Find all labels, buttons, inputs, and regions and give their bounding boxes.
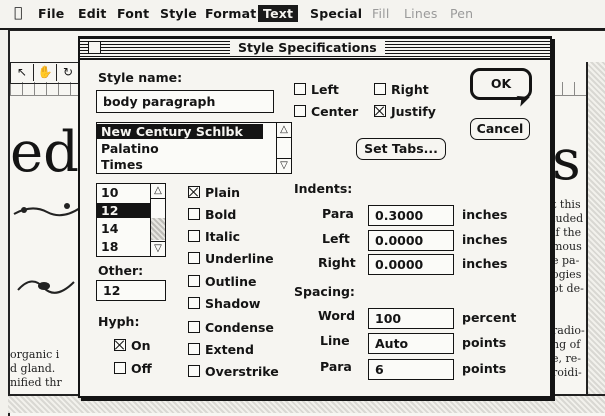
spacing-line-label: Line	[320, 333, 350, 348]
size-option[interactable]: 12	[97, 203, 153, 218]
scroll-up-arrow-icon[interactable]: △	[151, 184, 165, 199]
spacing-line-input[interactable]: Auto	[368, 333, 454, 354]
align-right-checkbox[interactable]: Right	[374, 82, 429, 97]
indent-right-unit: inches	[462, 256, 508, 271]
menu-format[interactable]: Format	[205, 6, 256, 21]
indent-right-input[interactable]: 0.0000	[368, 254, 454, 275]
align-justify-checkbox[interactable]: Justify	[374, 104, 436, 119]
dialog-title: Style Specifications	[230, 40, 385, 55]
style-bold-checkbox[interactable]: Bold	[188, 207, 236, 222]
decorative-leaf-icon	[17, 280, 75, 294]
style-overstrike-checkbox[interactable]: Overstrike	[188, 364, 279, 379]
cancel-button[interactable]: Cancel	[470, 118, 530, 140]
menu-bar:  File Edit Font Style Format Text Speci…	[0, 0, 605, 30]
menu-style[interactable]: Style	[160, 6, 197, 21]
radio-unchecked-icon	[114, 362, 126, 374]
menu-file[interactable]: File	[38, 6, 64, 21]
style-name-label: Style name:	[98, 70, 183, 85]
align-center-checkbox[interactable]: Center	[294, 104, 358, 119]
menu-special[interactable]: Special	[310, 6, 362, 21]
size-list[interactable]: 10 12 14 18 △ ▽	[96, 183, 166, 257]
style-underline-checkbox[interactable]: Underline	[188, 251, 274, 266]
spacing-word-unit: percent	[462, 310, 517, 325]
indent-right-label: Right	[318, 255, 356, 270]
spacing-label: Spacing:	[294, 284, 355, 299]
radio-checked-icon	[114, 339, 126, 351]
other-label: Other:	[98, 263, 144, 278]
font-option[interactable]: New Century Schlbk	[97, 124, 263, 139]
style-plain-checkbox[interactable]: Plain	[188, 185, 240, 200]
size-option[interactable]: 10	[97, 185, 153, 200]
apple-menu-icon[interactable]: 	[14, 5, 22, 21]
menu-pen[interactable]: Pen	[450, 6, 473, 21]
tool-icon[interactable]: ↻	[57, 64, 80, 81]
arrow-tool-icon[interactable]: ↖	[11, 64, 34, 81]
tool-palette: ↖ ✋ ↻	[10, 62, 87, 84]
indent-left-unit: inches	[462, 232, 508, 247]
spacing-para-unit: points	[462, 361, 507, 376]
scroll-thumb[interactable]	[151, 218, 165, 240]
font-option[interactable]: Palatino	[97, 141, 263, 156]
style-extend-checkbox[interactable]: Extend	[188, 342, 254, 357]
spacing-para-input[interactable]: 6	[368, 359, 454, 380]
close-box-icon[interactable]	[88, 41, 101, 54]
indent-left-input[interactable]: 0.0000	[368, 230, 454, 251]
size-option[interactable]: 18	[97, 239, 153, 254]
scroll-down-arrow-icon[interactable]: ▽	[277, 158, 291, 173]
indent-para-label: Para	[322, 206, 354, 221]
style-shadow-checkbox[interactable]: Shadow	[188, 296, 260, 311]
hand-tool-icon[interactable]: ✋	[34, 64, 57, 81]
other-size-input[interactable]: 12	[96, 280, 166, 301]
style-condense-checkbox[interactable]: Condense	[188, 320, 274, 335]
document-headline-fragment: ed	[10, 120, 79, 185]
style-outline-checkbox[interactable]: Outline	[188, 274, 256, 289]
font-list[interactable]: New Century Schlbk Palatino Times △ ▽	[96, 122, 292, 174]
scroll-down-arrow-icon[interactable]: ▽	[151, 241, 165, 256]
indent-para-unit: inches	[462, 207, 508, 222]
set-tabs-button[interactable]: Set Tabs...	[356, 138, 446, 160]
document-headline-fragment-right: s	[552, 128, 581, 193]
style-name-input[interactable]: body paragraph	[96, 90, 274, 113]
decorative-vine-icon	[13, 203, 81, 217]
style-specifications-dialog: Style Specifications Style name: body pa…	[78, 36, 552, 398]
font-option[interactable]: Times	[97, 157, 263, 172]
font-list-scrollbar[interactable]: △ ▽	[276, 123, 291, 173]
menu-text[interactable]: Text	[258, 5, 299, 22]
menu-fill[interactable]: Fill	[372, 6, 390, 21]
style-italic-checkbox[interactable]: Italic	[188, 229, 240, 244]
document-right-column: t this luded if the mous e pa-ogies ot de-…	[552, 198, 585, 379]
hyph-off-radio[interactable]: Off	[114, 361, 152, 376]
hyph-label: Hyph:	[98, 314, 140, 329]
menu-lines[interactable]: Lines	[404, 6, 438, 21]
hyph-on-radio[interactable]: On	[114, 338, 151, 353]
spacing-para-label: Para	[320, 359, 352, 374]
dialog-title-bar[interactable]: Style Specifications	[80, 38, 550, 60]
size-option[interactable]: 14	[97, 221, 153, 236]
indent-left-label: Left	[322, 231, 350, 246]
spacing-line-unit: points	[462, 335, 507, 350]
scroll-up-arrow-icon[interactable]: △	[277, 123, 291, 138]
document-left-column: organic id gland. nified thr	[10, 348, 62, 389]
spacing-word-label: Word	[318, 308, 356, 323]
size-list-scrollbar[interactable]: △ ▽	[150, 184, 165, 256]
vertical-scrollbar[interactable]	[586, 62, 605, 394]
indent-para-input[interactable]: 0.3000	[368, 205, 454, 226]
spacing-word-input[interactable]: 100	[368, 308, 454, 329]
menu-font[interactable]: Font	[117, 6, 149, 21]
menu-edit[interactable]: Edit	[78, 6, 107, 21]
align-left-checkbox[interactable]: Left	[294, 82, 339, 97]
indents-label: Indents:	[294, 181, 353, 196]
